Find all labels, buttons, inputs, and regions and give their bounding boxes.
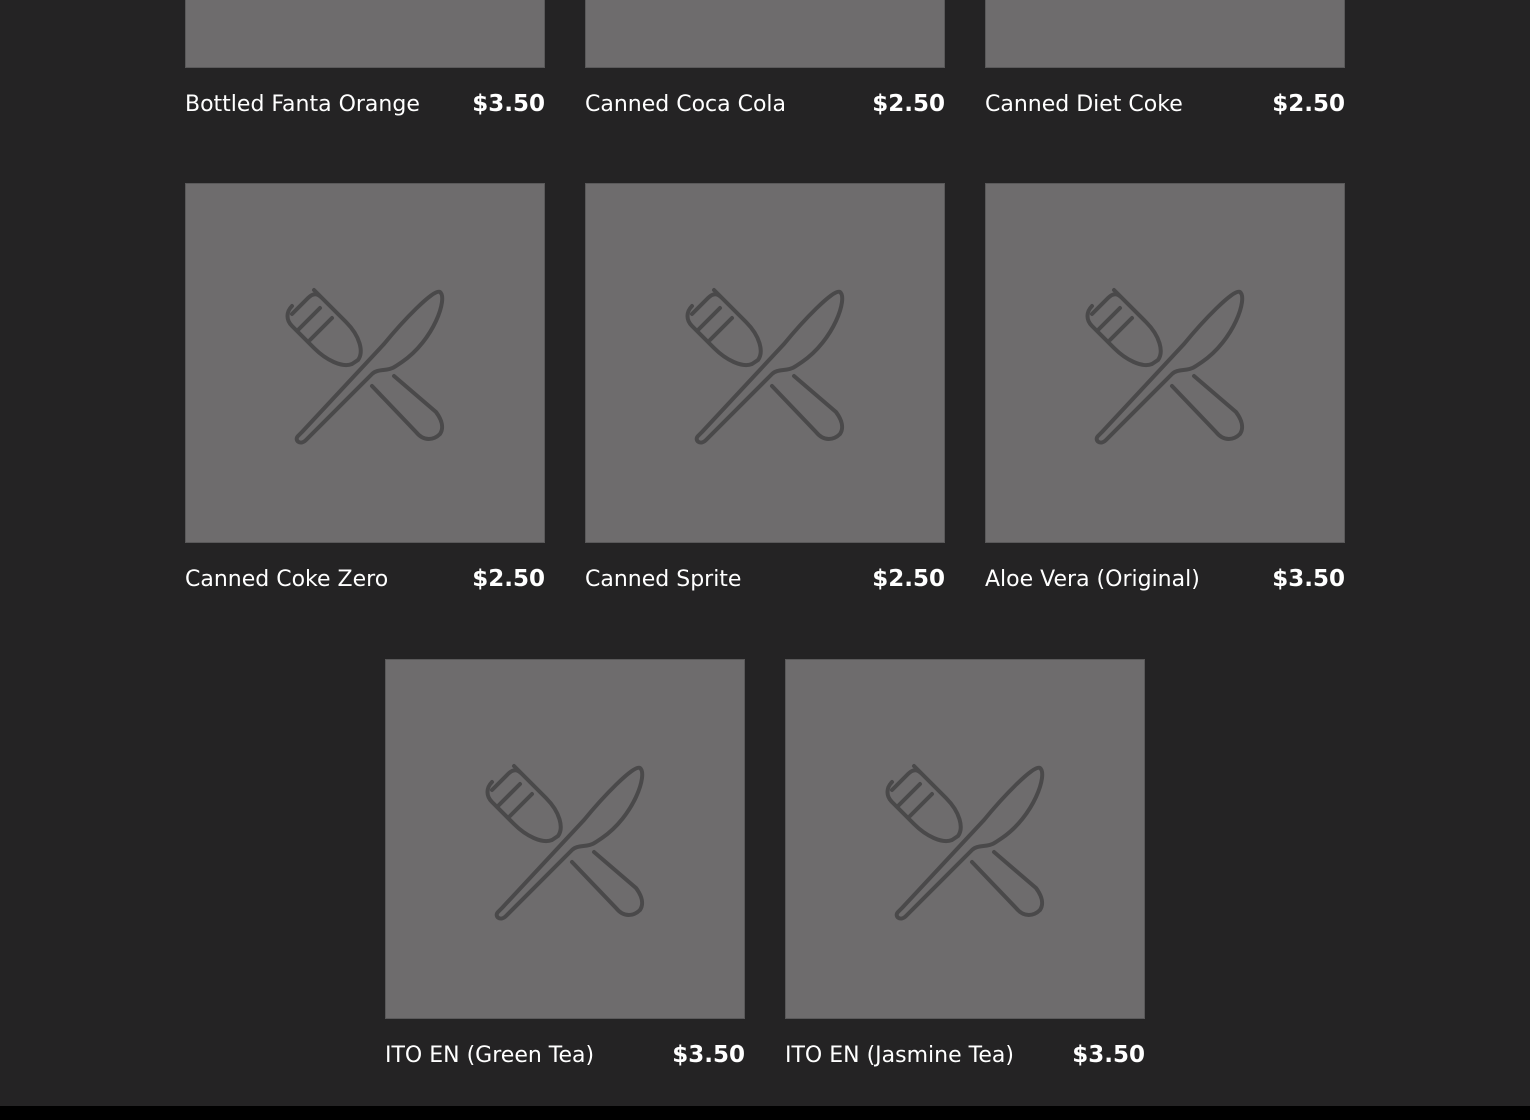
menu-item-card[interactable]: Canned Diet Coke $2.50 <box>985 0 1345 124</box>
menu-item-card[interactable]: ITO EN (Green Tea) $3.50 <box>385 659 745 1075</box>
item-name: Canned Coke Zero <box>185 566 389 592</box>
menu-item-card[interactable]: Aloe Vera (Original) $3.50 <box>985 183 1345 599</box>
item-price: $3.50 <box>1072 1042 1145 1068</box>
item-name: Canned Coca Cola <box>585 91 787 117</box>
menu-page: Bottled Fanta Orange $3.50 Canned Coca C… <box>0 0 1530 1120</box>
item-name: Canned Sprite <box>585 566 742 592</box>
item-price: $2.50 <box>472 566 545 592</box>
menu-item-card[interactable]: ITO EN (Jasmine Tea) $3.50 <box>785 659 1145 1075</box>
item-price: $2.50 <box>872 91 945 117</box>
item-price: $2.50 <box>872 566 945 592</box>
item-price: $3.50 <box>672 1042 745 1068</box>
item-image-placeholder <box>585 0 945 68</box>
menu-item-card[interactable]: Canned Coke Zero $2.50 <box>185 183 545 599</box>
item-price: $3.50 <box>472 91 545 117</box>
menu-item-card[interactable]: Canned Coca Cola $2.50 <box>585 0 945 124</box>
item-image-placeholder <box>585 183 945 543</box>
utensils-placeholder-icon <box>885 764 1045 921</box>
item-name: ITO EN (Jasmine Tea) <box>785 1042 1014 1068</box>
menu-item-card[interactable]: Bottled Fanta Orange $3.50 <box>185 0 545 124</box>
item-name: Canned Diet Coke <box>985 91 1183 117</box>
utensils-placeholder-icon <box>685 288 845 445</box>
item-image-placeholder <box>185 183 545 543</box>
item-image-placeholder <box>785 659 1145 1019</box>
item-name: ITO EN (Green Tea) <box>385 1042 595 1068</box>
item-image-placeholder <box>985 0 1345 68</box>
item-name: Bottled Fanta Orange <box>185 91 420 117</box>
item-image-placeholder <box>185 0 545 68</box>
item-image-placeholder <box>985 183 1345 543</box>
menu-item-card[interactable]: Canned Sprite $2.50 <box>585 183 945 599</box>
utensils-placeholder-icon <box>285 288 445 445</box>
item-name: Aloe Vera (Original) <box>985 566 1200 592</box>
item-price: $3.50 <box>1272 566 1345 592</box>
utensils-placeholder-icon <box>1085 288 1245 445</box>
item-price: $2.50 <box>1272 91 1345 117</box>
item-image-placeholder <box>385 659 745 1019</box>
utensils-placeholder-icon <box>485 764 645 921</box>
bottom-bar <box>0 1106 1530 1120</box>
